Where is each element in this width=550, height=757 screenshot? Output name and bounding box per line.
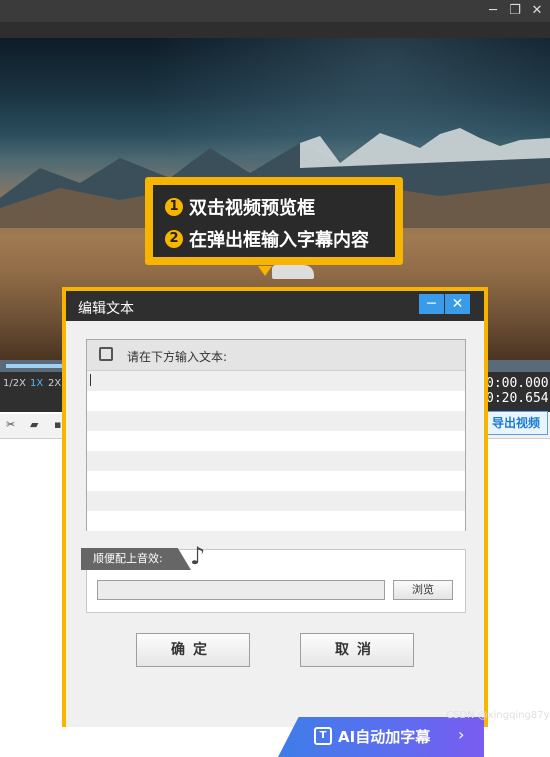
- ai-subtitle-icon: T: [314, 727, 332, 745]
- ai-subtitle-label: AI自动加字幕: [338, 728, 431, 746]
- text-line[interactable]: [87, 391, 465, 411]
- step-1-number: 1: [165, 198, 183, 216]
- sound-effect-panel: 顺便配上音效: ♪ 浏览: [81, 542, 466, 613]
- sound-effect-label: 顺便配上音效:: [81, 548, 191, 570]
- menu-band: [0, 22, 550, 38]
- sound-file-input[interactable]: [97, 580, 385, 600]
- text-line[interactable]: [87, 471, 465, 491]
- text-line[interactable]: [87, 451, 465, 471]
- export-video-button[interactable]: 导出视频: [484, 411, 548, 435]
- text-prompt-label: 请在下方输入文本:: [127, 350, 228, 364]
- car-in-video: [272, 265, 314, 279]
- close-window-button[interactable]: ✕: [528, 2, 546, 20]
- text-line[interactable]: [87, 431, 465, 451]
- text-caret: [90, 374, 91, 386]
- restore-window-button[interactable]: ❐: [506, 2, 524, 20]
- cancel-button[interactable]: 取消: [300, 633, 414, 667]
- text-line[interactable]: [87, 491, 465, 511]
- instruction-callout: 1 双击视频预览框 2 在弹出框输入字幕内容: [145, 177, 403, 265]
- edit-text-dialog: 编辑文本 ─ ✕ 请在下方输入文本: 顺便配上音效: ♪ 浏览 确定 取消 T …: [66, 291, 484, 757]
- callout-panel: 1 双击视频预览框 2 在弹出框输入字幕内容: [153, 185, 395, 257]
- watermark: CSDN @xingqing87y: [446, 710, 550, 721]
- folder-icon[interactable]: ▰: [30, 419, 42, 431]
- time-current: 0:00.000: [486, 376, 549, 391]
- step-2-text: 在弹出框输入字幕内容: [189, 230, 369, 251]
- step-1-text: 双击视频预览框: [189, 198, 315, 219]
- text-line[interactable]: [87, 411, 465, 431]
- timeline-progress: [6, 364, 66, 368]
- edit-icon: [99, 347, 113, 361]
- window-title-bar: ─ ❐ ✕: [0, 0, 550, 22]
- cut-icon[interactable]: ✂: [6, 419, 18, 431]
- music-note-icon: ♪: [190, 542, 206, 570]
- callout-pointer: [258, 266, 272, 276]
- chevron-right-icon: ›: [458, 725, 465, 744]
- text-line[interactable]: [87, 371, 465, 391]
- dialog-close-button[interactable]: ✕: [445, 294, 470, 314]
- dialog-minimize-button[interactable]: ─: [419, 294, 444, 314]
- timecode: 0:00.000 0:20.654: [486, 376, 549, 406]
- subtitle-text-area[interactable]: 请在下方输入文本:: [86, 339, 466, 531]
- dialog-body: 请在下方输入文本: 顺便配上音效: ♪ 浏览 确定 取消 T AI自动加字幕 ›: [66, 321, 484, 757]
- time-total: 0:20.654: [486, 391, 549, 406]
- step-1: 1 双击视频预览框: [165, 193, 315, 221]
- dialog-title: 编辑文本: [78, 301, 134, 317]
- browse-button[interactable]: 浏览: [393, 580, 453, 600]
- dialog-title-bar[interactable]: 编辑文本 ─ ✕: [66, 291, 484, 321]
- step-2-number: 2: [165, 230, 183, 248]
- minimize-window-button[interactable]: ─: [484, 2, 502, 20]
- speed-1x[interactable]: 1X: [30, 378, 43, 389]
- speed-2x[interactable]: 2X: [48, 378, 61, 389]
- ok-button[interactable]: 确定: [136, 633, 250, 667]
- step-2: 2 在弹出框输入字幕内容: [165, 225, 369, 253]
- text-line[interactable]: [87, 511, 465, 531]
- speed-half[interactable]: 1/2X: [3, 378, 26, 389]
- text-area-header: 请在下方输入文本:: [87, 340, 465, 371]
- ai-subtitle-button[interactable]: T AI自动加字幕 ›: [278, 717, 484, 757]
